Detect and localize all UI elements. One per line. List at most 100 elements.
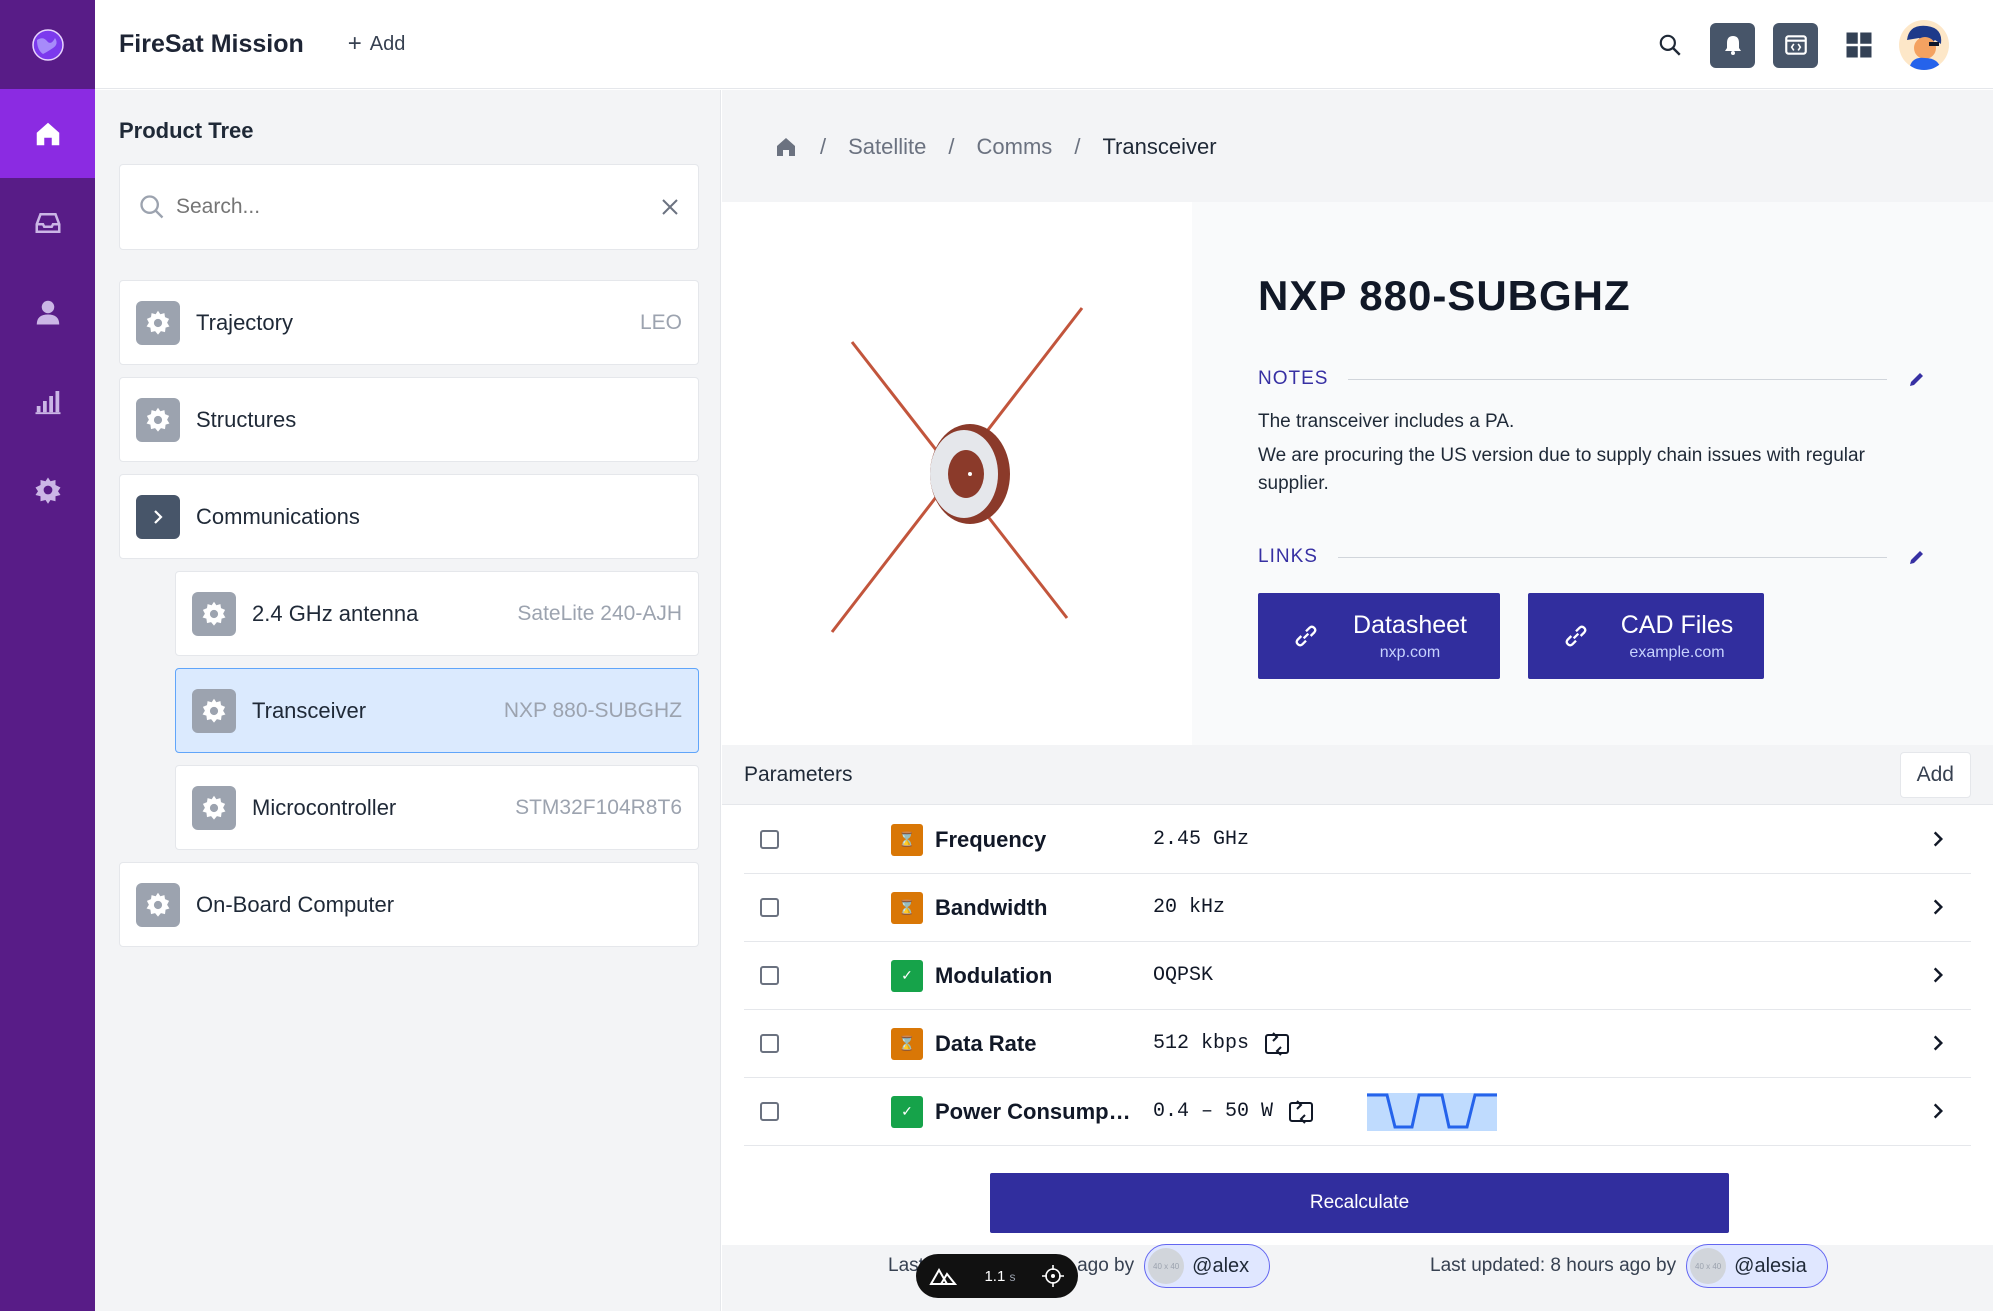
gear-icon (192, 688, 236, 733)
gear-icon (136, 397, 180, 442)
divider (1337, 556, 1887, 558)
avatar-placeholder: 40 x 40 (1690, 1248, 1727, 1284)
tree-item-transceiver[interactable]: Transceiver NXP 880-SUBGHZ (175, 668, 699, 753)
sidebar (0, 0, 95, 1311)
search-input[interactable] (176, 195, 660, 219)
notes-header: NOTES (1258, 368, 1927, 390)
globe-logo-icon (31, 28, 64, 61)
gear-icon (192, 785, 236, 830)
add-button[interactable]: + Add (348, 30, 406, 58)
nav-analytics[interactable] (0, 356, 95, 445)
recalculate-button[interactable]: Recalculate (990, 1173, 1729, 1233)
parameter-row[interactable]: ⌛ Bandwidth 20 kHz (744, 874, 1971, 942)
parameter-row[interactable]: ⌛ Frequency 2.45 GHz (744, 806, 1971, 874)
chevron-right-icon[interactable] (1927, 896, 1949, 918)
linked-value-icon[interactable] (1263, 1031, 1291, 1057)
user-avatar[interactable] (1899, 20, 1949, 70)
topbar-actions (1647, 20, 1949, 70)
tree-item-label: On-Board Computer (196, 891, 395, 917)
gear-icon (35, 477, 60, 504)
home-icon[interactable] (774, 135, 798, 159)
parameters-title: Parameters (744, 762, 853, 786)
hourglass-icon: ⌛ (891, 1027, 923, 1060)
divider (1348, 378, 1887, 380)
gear-icon (136, 882, 180, 927)
updated-text: Last updated: 8 hours ago by (1430, 1255, 1677, 1276)
crosshair-icon[interactable] (1042, 1265, 1065, 1287)
parameter-row[interactable]: ⌛ Data Rate 512 kbps (744, 1010, 1971, 1078)
edit-pencil-icon[interactable] (1907, 369, 1927, 389)
parameter-row[interactable]: ✓ Modulation OQPSK (744, 942, 1971, 1010)
code-window-icon (1784, 35, 1807, 55)
apps-grid-button[interactable] (1836, 23, 1881, 68)
value-text: OQPSK (1153, 964, 1214, 987)
notifications-button[interactable] (1710, 22, 1755, 68)
tree-item-meta: STM32F104R8T6 (515, 795, 682, 819)
hourglass-icon: ⌛ (891, 823, 923, 856)
nav-settings[interactable] (0, 445, 95, 534)
chevron-right-icon[interactable] (1927, 1032, 1949, 1054)
tree-item-antenna[interactable]: 2.4 GHz antenna SateLite 240-AJH (175, 571, 699, 656)
parameter-value: 0.4 – 50 W (1153, 1092, 1498, 1131)
parameter-value: 2.45 GHz (1153, 828, 1249, 851)
parameter-value: OQPSK (1153, 964, 1213, 987)
chevron-right-icon[interactable] (1927, 1100, 1949, 1122)
row-checkbox[interactable] (760, 1034, 779, 1053)
app-logo[interactable] (0, 0, 95, 89)
add-parameter-button[interactable]: Add (1899, 751, 1971, 798)
row-checkbox[interactable] (760, 1102, 779, 1121)
code-view-button[interactable] (1773, 22, 1818, 68)
tree-item-trajectory[interactable]: Trajectory LEO (119, 280, 699, 365)
username: @alesia (1734, 1254, 1807, 1277)
check-icon: ✓ (891, 1095, 923, 1128)
inbox-icon (35, 212, 60, 233)
component-info: NXP 880-SUBGHZ NOTES The transceiver inc… (1192, 202, 1993, 745)
nav-inbox[interactable] (0, 178, 95, 267)
breadcrumb-separator: / (948, 134, 955, 159)
user-chip[interactable]: 40 x 40 @alex (1144, 1244, 1271, 1288)
chevron-right-icon[interactable] (1927, 964, 1949, 986)
parameter-row[interactable]: ✓ Power Consumpti… 0.4 – 50 W (744, 1078, 1971, 1146)
row-checkbox[interactable] (760, 966, 779, 985)
linked-value-icon[interactable] (1287, 1099, 1315, 1125)
search-button[interactable] (1647, 23, 1692, 68)
last-updated-right: Last updated: 8 hours ago by 40 x 40 @ale… (1430, 1244, 1828, 1288)
breadcrumb-separator: / (1074, 134, 1081, 159)
note-line: The transceiver includes a PA. (1258, 411, 1515, 432)
tree-search (119, 164, 699, 250)
breadcrumb-item[interactable]: Comms (977, 134, 1053, 160)
row-checkbox[interactable] (760, 898, 779, 917)
timing-value: 1.1 (984, 1267, 1006, 1285)
chevron-right-icon[interactable] (136, 494, 180, 539)
tree-item-label: Trajectory (196, 309, 293, 335)
tree-item-communications[interactable]: Communications (119, 474, 699, 559)
power-profile-sparkline (1367, 1092, 1498, 1131)
component-detail: NXP 880-SUBGHZ NOTES The transceiver inc… (722, 202, 1993, 745)
row-checkbox[interactable] (760, 830, 779, 849)
tree-item-label: Structures (196, 406, 297, 432)
dev-toolbar[interactable]: 1.1 s (916, 1254, 1078, 1298)
parameter-value: 512 kbps (1153, 1031, 1291, 1057)
tree-item-obc[interactable]: On-Board Computer (119, 862, 699, 947)
nuxt-logo-icon (929, 1267, 958, 1285)
app-title: FireSat Mission (119, 29, 304, 58)
edit-pencil-icon[interactable] (1907, 547, 1927, 567)
chart-icon (35, 390, 60, 414)
link-cad-files[interactable]: CAD Files example.com (1528, 593, 1764, 679)
nav-home[interactable] (0, 89, 95, 178)
tree-item-microcontroller[interactable]: Microcontroller STM32F104R8T6 (175, 765, 699, 850)
breadcrumb-item[interactable]: Satellite (848, 134, 926, 160)
link-datasheet[interactable]: Datasheet nxp.com (1258, 593, 1500, 679)
username: @alex (1192, 1254, 1250, 1277)
search-icon (140, 195, 164, 219)
tree-item-label: Communications (196, 503, 360, 529)
plus-icon: + (347, 30, 362, 57)
tree-item-structures[interactable]: Structures (119, 377, 699, 462)
user-chip[interactable]: 40 x 40 @alesia (1686, 1244, 1828, 1288)
hourglass-icon: ⌛ (891, 891, 923, 924)
home-icon (36, 122, 59, 145)
nav-user[interactable] (0, 267, 95, 356)
clear-search-icon[interactable] (660, 197, 680, 217)
value-text: 20 kHz (1153, 896, 1226, 919)
chevron-right-icon[interactable] (1927, 828, 1949, 850)
